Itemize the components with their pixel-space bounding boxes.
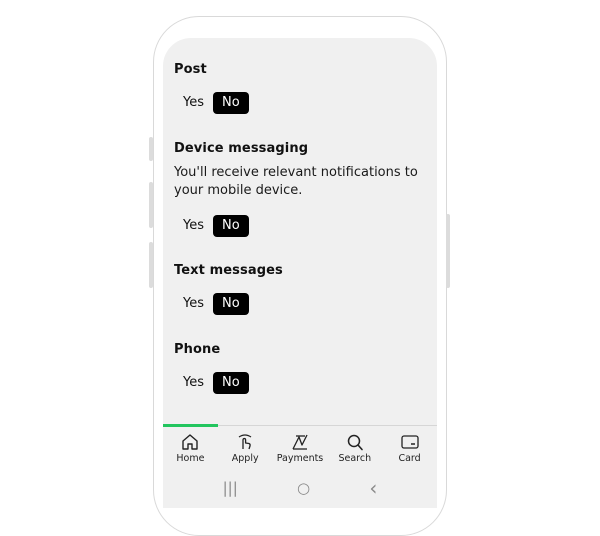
section-description: You'll receive relevant notifications to… [174, 165, 418, 198]
section-title: Post [174, 62, 207, 77]
home-icon [182, 434, 199, 450]
payments-icon [292, 434, 308, 450]
phone-side-button [149, 137, 153, 161]
system-navigation-bar: ||| ○ ‹ [163, 468, 437, 508]
no-option-selected[interactable]: No [213, 215, 249, 237]
nav-card[interactable]: Card [382, 426, 437, 468]
card-icon [400, 435, 419, 449]
back-button[interactable]: ‹ [369, 476, 377, 500]
device-messaging-preference: Device messaging You'll receive relevant… [174, 141, 425, 237]
search-icon [347, 434, 363, 451]
phone-preference: Phone Yes No [174, 342, 425, 394]
yes-option[interactable]: Yes [174, 372, 213, 394]
bottom-navigation: Home Apply Payments Search Card [163, 424, 437, 468]
home-button[interactable]: ○ [297, 479, 310, 497]
no-option-selected[interactable]: No [213, 372, 249, 394]
yes-option[interactable]: Yes [174, 92, 213, 114]
yes-option[interactable]: Yes [174, 293, 213, 315]
section-title: Phone [174, 342, 221, 357]
phone-side-button [446, 214, 450, 288]
nav-label: Search [338, 453, 372, 464]
nav-apply[interactable]: Apply [218, 426, 273, 468]
no-option-selected[interactable]: No [213, 92, 249, 114]
hand-pointer-icon [238, 434, 252, 450]
no-option-selected[interactable]: No [213, 293, 249, 315]
nav-label: Payments [276, 453, 324, 464]
phone-side-button [149, 182, 153, 228]
nav-label: Home [176, 453, 205, 464]
yes-option[interactable]: Yes [174, 215, 213, 237]
section-title: Text messages [174, 263, 283, 278]
nav-label: Apply [231, 453, 259, 464]
yes-no-toggle: Yes No [174, 92, 425, 114]
yes-no-toggle: Yes No [174, 215, 425, 237]
recents-button[interactable]: ||| [223, 479, 238, 497]
section-title: Device messaging [174, 141, 309, 156]
phone-side-button [149, 242, 153, 288]
text-messages-preference: Text messages Yes No [174, 263, 425, 315]
active-tab-indicator [163, 424, 218, 427]
nav-payments[interactable]: Payments [273, 426, 328, 468]
nav-home[interactable]: Home [163, 426, 218, 468]
post-preference: Post Yes No [174, 62, 425, 114]
yes-no-toggle: Yes No [174, 293, 425, 315]
nav-label: Card [398, 453, 421, 464]
nav-search[interactable]: Search [327, 426, 382, 468]
app-screen: Post Yes No Device messaging You'll rece… [163, 38, 437, 508]
yes-no-toggle: Yes No [174, 372, 425, 394]
